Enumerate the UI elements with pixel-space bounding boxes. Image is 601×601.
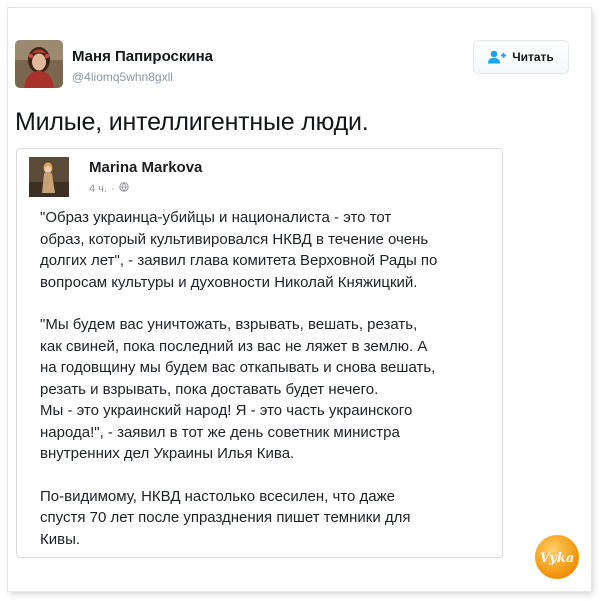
post-paragraph: "Образ украинца-убийцы и националиста - … <box>40 207 500 293</box>
post-line: "Образ украинца-убийцы и националиста - … <box>40 209 392 226</box>
globe-icon <box>118 182 129 195</box>
post-line: "Мы будем вас уничтожать, взрывать, веша… <box>40 316 418 333</box>
post-line: долгих лет", - заявил глава комитета Вер… <box>40 252 438 269</box>
post-line: резать и взрывать, пока доставать будет … <box>40 380 379 398</box>
embedded-facebook-post: Marina Markova 4 ч. · "Образ украинца-уб… <box>16 148 503 558</box>
add-user-icon <box>488 50 507 64</box>
user-handle[interactable]: @4liomq5whn8gxll <box>72 70 173 84</box>
post-line: Мы - это украинский народ! Я - это часть… <box>40 402 413 419</box>
post-line: народа!", - заявил в тот же день советни… <box>40 423 400 441</box>
watermark-text: Vyka <box>540 551 575 566</box>
post-time[interactable]: 4 ч. <box>89 183 107 195</box>
post-line: на годовщину мы будем вас откапывать и с… <box>40 359 436 376</box>
post-line: Кивы. <box>40 530 81 548</box>
post-line: вопросам культуры и духовности Николай К… <box>40 273 418 291</box>
post-line: По-видимому, НКВД настолько всесилен, чт… <box>40 487 396 505</box>
post-author-name[interactable]: Marina Markova <box>89 159 202 176</box>
display-name[interactable]: Маня Папироскина <box>72 48 213 65</box>
post-body: "Образ украинца-убийцы и националиста - … <box>40 207 500 571</box>
post-paragraph: По-видимому, НКВД настолько всесилен, чт… <box>40 486 500 551</box>
user-avatar[interactable] <box>15 40 63 88</box>
post-line: спустя 70 лет после упразднения пишет те… <box>40 509 411 526</box>
post-line: образ, который культивировался НКВД в те… <box>40 230 429 248</box>
tweet-text: Милые, интеллигентные люди. <box>15 108 369 136</box>
meta-separator: · <box>110 182 115 195</box>
post-meta: 4 ч. · <box>89 182 129 195</box>
follow-button-label: Читать <box>512 50 554 64</box>
watermark-logo: Vyka <box>532 532 582 582</box>
post-paragraph: "Мы будем вас уничтожать, взрывать, веша… <box>40 314 500 465</box>
follow-button[interactable]: Читать <box>473 40 569 74</box>
post-author-avatar[interactable] <box>29 157 69 197</box>
post-line: как свиней, пока последний из вас не ляж… <box>40 337 428 355</box>
post-line: внутренних дел Украины Илья Кива. <box>40 445 295 462</box>
